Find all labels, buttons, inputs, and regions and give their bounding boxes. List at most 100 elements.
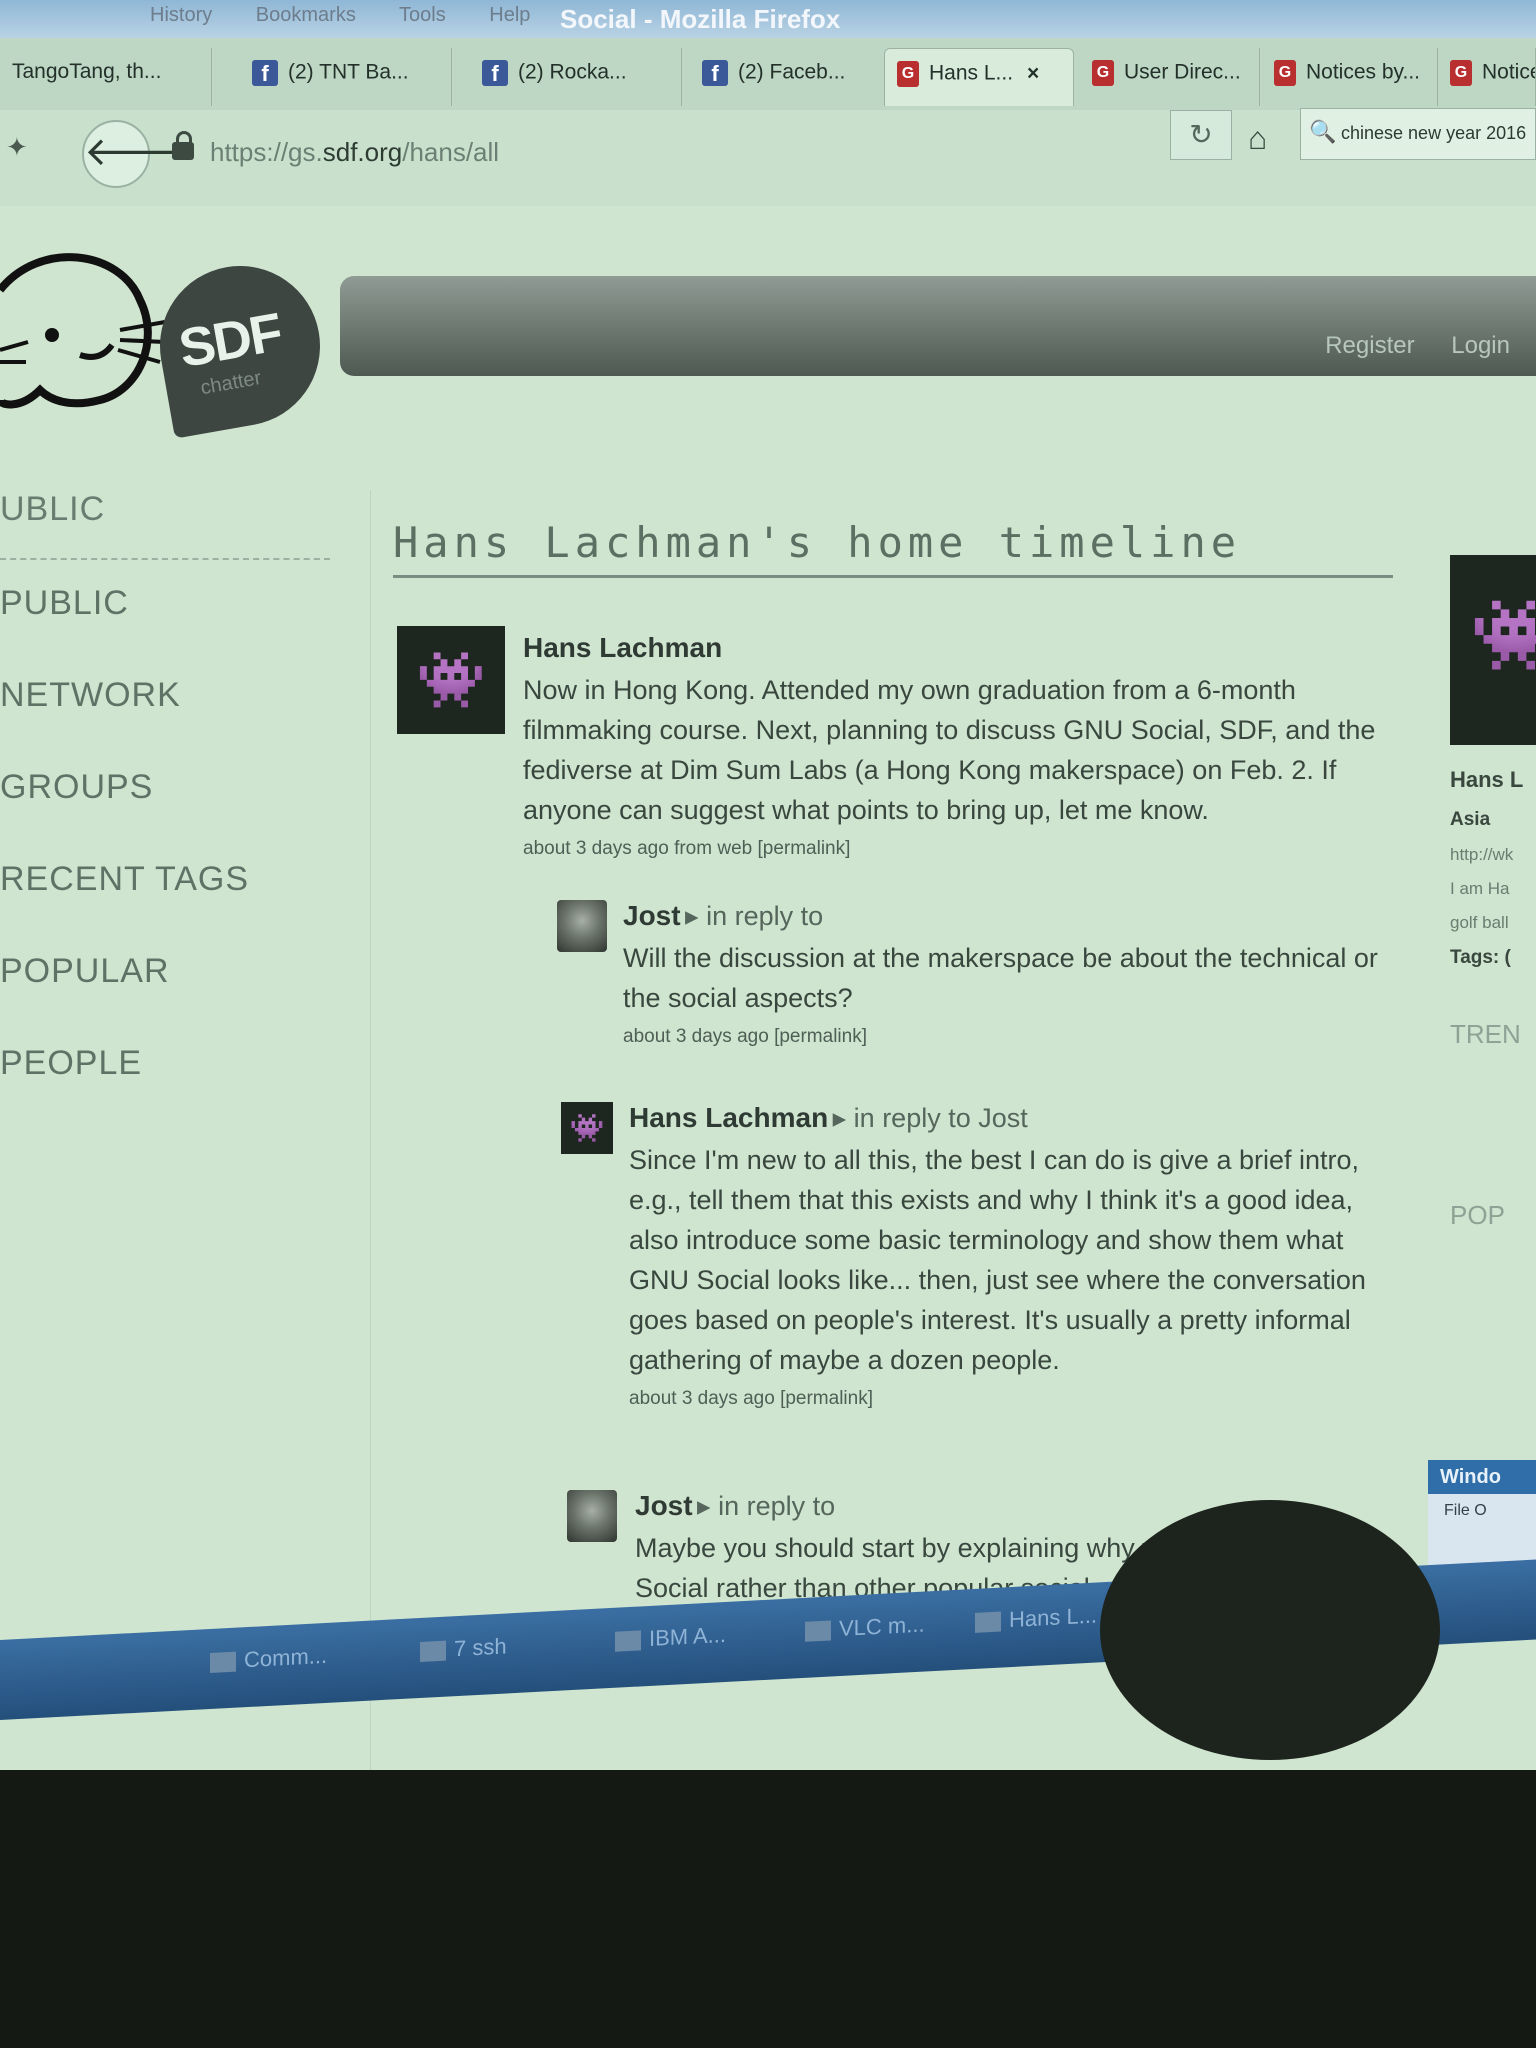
register-link[interactable]: Register (1325, 332, 1414, 359)
notice-meta[interactable]: about 3 days ago from web [permalink] (523, 838, 1383, 860)
tab-tangotang[interactable]: TangoTang, th... (0, 48, 212, 106)
popup-window-menu[interactable]: File O (1444, 1502, 1487, 1520)
reply-indicator[interactable]: ▸ in reply to (685, 901, 823, 931)
sidebar-item-popular[interactable]: POPULAR (0, 952, 330, 1044)
tab-close-icon[interactable]: × (1027, 62, 1039, 85)
popular-heading: POP (1450, 1200, 1505, 1230)
tab-facebook[interactable]: f (2) Faceb... (690, 48, 902, 106)
reload-icon[interactable]: ↻ (1170, 110, 1232, 160)
sidebar-nav: UBLIC PUBLIC NETWORK GROUPS RECENT TAGS … (0, 490, 330, 1136)
url-domain: sdf.org (322, 137, 403, 167)
gnusocial-icon: G (897, 61, 919, 87)
avatar[interactable]: 👾 (561, 1102, 613, 1154)
taskbar-item-firefox[interactable]: Hans L... (975, 1603, 1097, 1635)
page-title: Hans Lachman's home timeline (393, 518, 1393, 578)
profile-tags: Tags: ( (1450, 947, 1511, 968)
notice-body: Hans Lachman Now in Hong Kong. Attended … (523, 632, 1383, 860)
avatar[interactable]: 👾 (397, 626, 505, 734)
gnusocial-icon: G (1274, 60, 1296, 86)
tab-label: (2) Faceb... (738, 60, 846, 84)
menubar: History Bookmarks Tools Help (150, 4, 568, 27)
notice-author[interactable]: Jost (623, 900, 681, 931)
profile-url[interactable]: http://wk (1450, 845, 1536, 865)
profile-sidebar: 👾 Hans L Asia http://wk I am Ha golf bal… (1450, 555, 1536, 1231)
tab-notices-by[interactable]: G Notices by... (1262, 48, 1438, 106)
facebook-icon: f (482, 60, 508, 86)
taskbar-item-ibm[interactable]: IBM A... (615, 1622, 726, 1654)
menu-bookmarks[interactable]: Bookmarks (256, 4, 356, 26)
url-path: /hans/all (402, 137, 500, 167)
popup-window-title: Windo (1440, 1466, 1501, 1488)
facebook-icon: f (702, 60, 728, 86)
profile-bio-line: golf ball (1450, 913, 1509, 932)
notice-author[interactable]: Jost (635, 1490, 693, 1521)
monitor-screen: History Bookmarks Tools Help Social - Mo… (0, 0, 1536, 1770)
menu-help[interactable]: Help (489, 4, 530, 26)
sidebar-item-recent-tags[interactable]: RECENT TAGS (0, 860, 330, 952)
lock-icon (172, 131, 194, 160)
tab-hans-active[interactable]: G Hans L... × (884, 48, 1074, 106)
search-icon: 🔍 (1309, 119, 1337, 144)
taskbar-label: IBM A... (649, 1621, 727, 1651)
avatar[interactable] (557, 900, 607, 952)
sidebar-item-groups[interactable]: GROUPS (0, 768, 330, 860)
taskbar-label: VLC m... (839, 1611, 925, 1642)
url-bar[interactable]: https://gs.sdf.org/hans/all (210, 130, 1220, 174)
space-invader-icon: 👾 (1470, 596, 1536, 674)
tab-tnt[interactable]: f (2) TNT Ba... (240, 48, 452, 106)
taskbar-label: Comm... (244, 1642, 328, 1673)
window-title: Social - Mozilla Firefox (560, 4, 841, 34)
gnusocial-icon: G (1092, 60, 1114, 86)
profile-name[interactable]: Hans L (1450, 767, 1536, 793)
account-links: Register Login (1295, 332, 1510, 360)
profile-avatar[interactable]: 👾 (1450, 555, 1536, 745)
window-titlebar: History Bookmarks Tools Help Social - Mo… (0, 0, 1536, 38)
home-icon[interactable]: ⌂ (1248, 120, 1267, 157)
sidebar-item-public[interactable]: PUBLIC (0, 584, 330, 676)
firefox-icon (975, 1611, 1001, 1634)
taskbar-item-command[interactable]: Comm... (210, 1643, 327, 1675)
terminal-icon (210, 1651, 236, 1674)
url-prefix: https://gs. (210, 137, 323, 167)
tab-label: Notices by... (1306, 60, 1420, 84)
tab-rocka[interactable]: f (2) Rocka... (470, 48, 682, 106)
avatar[interactable] (567, 1490, 617, 1542)
search-input[interactable]: 🔍 chinese new year 2016 (1300, 108, 1536, 160)
taskbar-item-vlc[interactable]: VLC m... (805, 1612, 925, 1644)
notice-author[interactable]: Hans Lachman (523, 632, 722, 663)
notice-text: Now in Hong Kong. Attended my own gradua… (523, 675, 1376, 825)
trends-heading: TREN (1450, 1019, 1521, 1049)
sidebar-item-public-heading[interactable]: UBLIC (0, 490, 330, 560)
notice-body: Hans Lachman ▸ in reply to Jost Since I'… (629, 1102, 1389, 1410)
taskbar-label: 7 ssh (454, 1633, 507, 1662)
tab-user-directory[interactable]: G User Direc... (1080, 48, 1260, 106)
sidebar-item-network[interactable]: NETWORK (0, 676, 330, 768)
gnusocial-icon: G (1450, 60, 1472, 86)
sidebar-item-people[interactable]: PEOPLE (0, 1044, 330, 1136)
ibm-app-icon (615, 1630, 641, 1652)
menu-history[interactable]: History (150, 4, 212, 26)
mascot-logo-icon (0, 253, 166, 409)
notice-text: Will the discussion at the makerspace be… (623, 943, 1378, 1013)
menu-tools[interactable]: Tools (399, 4, 446, 26)
notice-author[interactable]: Hans Lachman (629, 1102, 828, 1133)
ssh-icon (420, 1640, 446, 1663)
tab-label: TangoTang, th... (12, 60, 162, 83)
tab-label: User Direc... (1124, 60, 1241, 84)
notice-text: Since I'm new to all this, the best I ca… (629, 1145, 1366, 1375)
login-link[interactable]: Login (1451, 332, 1510, 359)
desk-lamp-shadow (1100, 1500, 1440, 1760)
monitor-bezel (0, 1770, 1536, 2048)
reply-indicator[interactable]: ▸ in reply to Jost (833, 1103, 1028, 1133)
tab-label: Hans L... (929, 61, 1014, 85)
back-button[interactable]: 🡐 (82, 120, 191, 188)
profile-bio-line: I am Ha (1450, 879, 1510, 898)
tab-notices[interactable]: G Notices (1438, 48, 1536, 106)
notice-meta[interactable]: about 3 days ago [permalink] (629, 1388, 1389, 1410)
sdf-logo[interactable]: SDF chatter (147, 253, 333, 439)
reply-indicator[interactable]: ▸ in reply to (697, 1491, 835, 1521)
notice-meta[interactable]: about 3 days ago [permalink] (623, 1026, 1383, 1048)
taskbar-item-ssh[interactable]: 7 ssh (420, 1633, 507, 1664)
profile-location: Asia (1450, 809, 1491, 830)
space-invader-icon: 👾 (569, 1112, 605, 1144)
